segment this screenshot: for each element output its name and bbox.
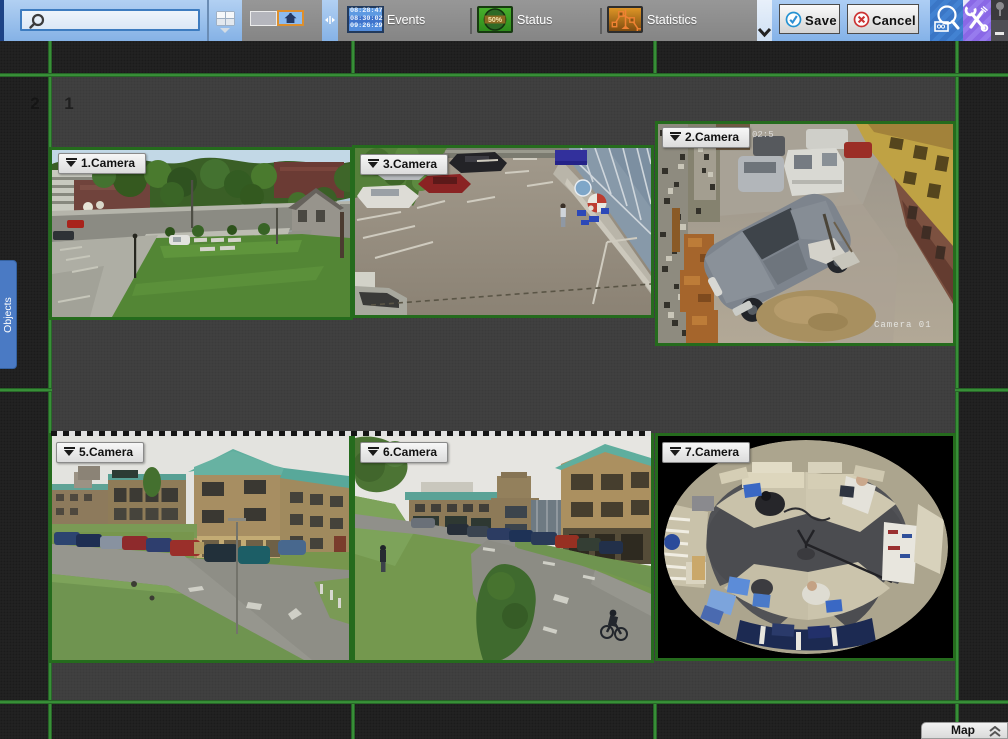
svg-text:50%: 50%	[488, 17, 503, 24]
svg-text:02:5: 02:5	[752, 130, 774, 140]
svg-text:Camera 01: Camera 01	[874, 320, 932, 330]
